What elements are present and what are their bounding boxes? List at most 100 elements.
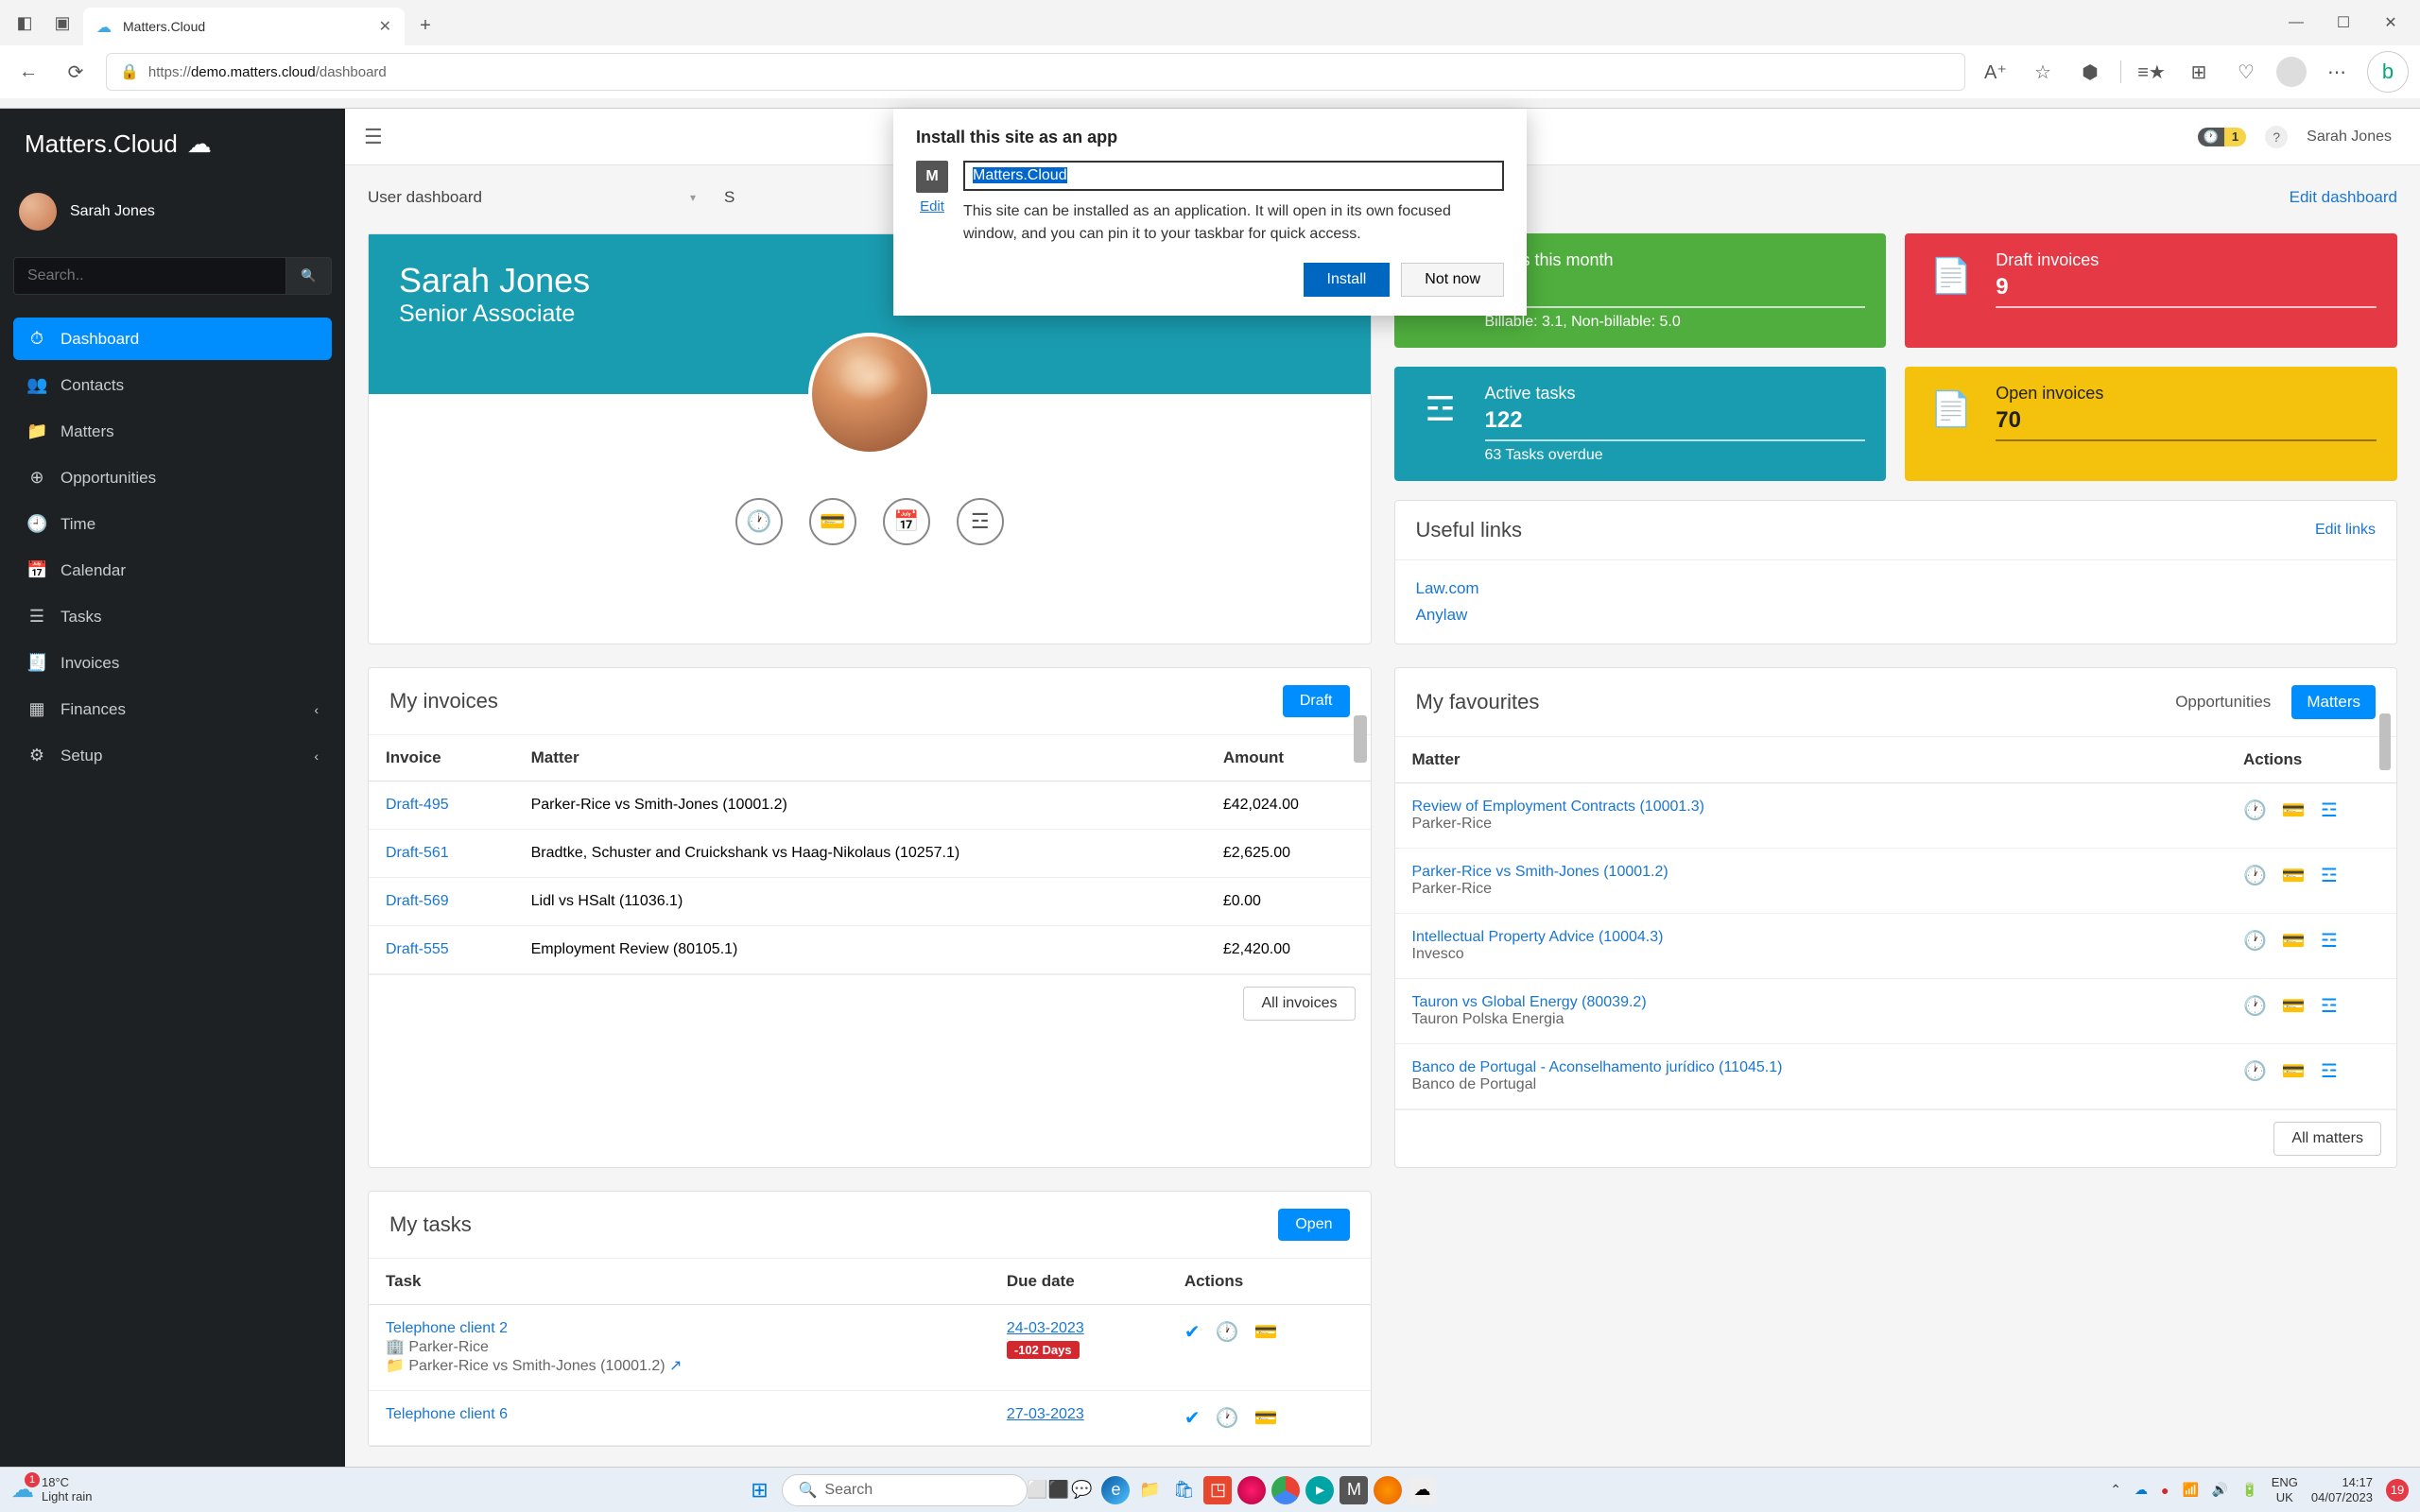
heart-icon[interactable]: ♡ — [2229, 55, 2263, 89]
list-icon[interactable]: ☲ — [2321, 1059, 2338, 1083]
sidebar-item-matters[interactable]: 📁Matters — [13, 410, 332, 453]
invoice-link[interactable]: Draft-569 — [386, 893, 449, 909]
onedrive-icon[interactable]: ☁ — [2135, 1482, 2148, 1498]
search-input[interactable] — [13, 257, 286, 295]
clock[interactable]: 14:1704/07/2023 — [2311, 1475, 2373, 1504]
weather-widget[interactable]: ☁1 18°CLight rain — [11, 1476, 92, 1503]
all-matters-button[interactable]: All matters — [2273, 1122, 2381, 1156]
app-icon[interactable]: ☁ — [1408, 1476, 1436, 1504]
useful-link[interactable]: Anylaw — [1416, 602, 2377, 628]
clock-icon[interactable]: 🕐 — [2243, 864, 2267, 887]
sidebar-item-opportunities[interactable]: ⊕Opportunities — [13, 456, 332, 499]
minimize-icon[interactable]: — — [2274, 6, 2318, 40]
tab-actions-icon-2[interactable]: ▣ — [45, 6, 79, 40]
start-icon[interactable]: ⊞ — [742, 1473, 776, 1507]
list-icon[interactable]: ☲ — [2321, 799, 2338, 822]
col-matter[interactable]: Matter — [514, 735, 1206, 782]
card-icon[interactable]: 💳 — [2282, 929, 2306, 953]
sidebar-item-invoices[interactable]: 🧾Invoices — [13, 642, 332, 684]
sidebar-item-finances[interactable]: ▦Finances‹ — [13, 688, 332, 730]
useful-link[interactable]: Law.com — [1416, 576, 2377, 602]
invoice-link[interactable]: Draft-495 — [386, 797, 449, 813]
sidebar-item-dashboard[interactable]: ⏱Dashboard — [13, 318, 332, 360]
favorites-icon[interactable]: ≡★ — [2135, 55, 2169, 89]
invoice-link[interactable]: Draft-555 — [386, 941, 449, 957]
scrollbar[interactable] — [1354, 715, 1367, 763]
opera-icon[interactable] — [1237, 1476, 1266, 1504]
clock-icon[interactable]: 🕐 — [735, 498, 783, 545]
sidebar-user[interactable]: Sarah Jones — [0, 180, 345, 244]
clock-icon[interactable]: 🕐 — [2243, 994, 2267, 1018]
tab-opportunities[interactable]: Opportunities — [2160, 685, 2286, 719]
clock-icon[interactable]: 🕐 — [2243, 929, 2267, 953]
task-link[interactable]: Telephone client 2 — [386, 1320, 508, 1336]
edit-icon-link[interactable]: Edit — [920, 198, 944, 215]
list-icon[interactable]: ☲ — [2321, 929, 2338, 953]
external-link-icon[interactable]: ↗ — [669, 1358, 682, 1374]
profile-avatar-icon[interactable] — [2276, 57, 2307, 87]
app-tray-icon[interactable]: ● — [2161, 1483, 2169, 1498]
col-invoice[interactable]: Invoice — [369, 735, 514, 782]
tab-matters[interactable]: Matters — [2291, 685, 2376, 719]
matter-link[interactable]: Review of Employment Contracts (10001.3) — [1412, 799, 1704, 815]
sidebar-item-setup[interactable]: ⚙Setup‹ — [13, 734, 332, 777]
clock-icon[interactable]: 🕐 — [1216, 1406, 1239, 1430]
taskbar-search[interactable]: 🔍Search — [782, 1474, 1028, 1506]
sidebar-item-time[interactable]: 🕘Time — [13, 503, 332, 545]
stat-draft-invoices[interactable]: 📄 Draft invoices 9 — [1905, 233, 2397, 348]
col-matter[interactable]: Matter — [1395, 737, 2227, 783]
store-icon[interactable]: 🛍 — [1169, 1476, 1198, 1504]
edge-icon[interactable]: e — [1101, 1476, 1130, 1504]
edit-dashboard-link[interactable]: Edit dashboard — [2290, 188, 2397, 207]
topbar-user[interactable]: Sarah Jones — [2307, 129, 2392, 146]
list-icon[interactable]: ☲ — [2321, 994, 2338, 1018]
task-link[interactable]: Telephone client 6 — [386, 1406, 508, 1422]
close-icon[interactable]: ✕ — [379, 17, 391, 36]
sidebar-item-tasks[interactable]: ☰Tasks — [13, 595, 332, 638]
card-icon[interactable]: 💳 — [2282, 1059, 2306, 1083]
invoice-link[interactable]: Draft-561 — [386, 845, 449, 861]
matter-link[interactable]: Tauron vs Global Energy (80039.2) — [1412, 994, 1647, 1010]
sidebar-item-contacts[interactable]: 👥Contacts — [13, 364, 332, 406]
timer-badge[interactable]: 1 — [2224, 128, 2246, 146]
not-now-button[interactable]: Not now — [1401, 263, 1504, 297]
card-icon[interactable]: 💳 — [2282, 994, 2306, 1018]
explorer-icon[interactable]: 📁 — [1135, 1476, 1164, 1504]
matter-link[interactable]: Intellectual Property Advice (10004.3) — [1412, 929, 1664, 945]
card-icon[interactable]: 💳 — [1254, 1320, 1278, 1344]
more-icon[interactable]: ⋯ — [2320, 55, 2354, 89]
search-button[interactable]: 🔍 — [286, 257, 332, 295]
stat-active-tasks[interactable]: ☲ Active tasks 122 63 Tasks overdue — [1394, 367, 1887, 481]
chevron-up-icon[interactable]: ⌃ — [2110, 1482, 2121, 1498]
check-icon[interactable]: ✔ — [1184, 1320, 1201, 1344]
app-icon[interactable]: M — [1340, 1476, 1368, 1504]
firefox-icon[interactable] — [1374, 1476, 1402, 1504]
notifications-badge[interactable]: 19 — [2386, 1479, 2409, 1502]
dashboard-select[interactable]: User dashboard▾ — [368, 179, 696, 216]
install-button[interactable]: Install — [1304, 263, 1391, 297]
clock-icon[interactable]: 🕐 — [2198, 128, 2224, 146]
due-date[interactable]: 24-03-2023 — [1007, 1320, 1084, 1336]
clock-icon[interactable]: 🕐 — [2243, 799, 2267, 822]
collections-icon[interactable]: ⊞ — [2182, 55, 2216, 89]
wifi-icon[interactable]: 📶 — [2182, 1482, 2198, 1498]
app-icon[interactable]: ◳ — [1203, 1476, 1232, 1504]
col-actions[interactable]: Actions — [2226, 737, 2396, 783]
tab-actions-icon[interactable]: ◧ — [8, 6, 42, 40]
open-button[interactable]: Open — [1278, 1209, 1349, 1241]
edit-links-link[interactable]: Edit links — [2315, 522, 2376, 539]
clock-icon[interactable]: 🕐 — [2243, 1059, 2267, 1083]
col-task[interactable]: Task — [369, 1259, 990, 1305]
browser-tab[interactable]: ☁ Matters.Cloud ✕ — [83, 8, 405, 45]
bing-icon[interactable]: b — [2367, 51, 2409, 93]
star-icon[interactable]: ☆ — [2026, 55, 2060, 89]
draft-button[interactable]: Draft — [1283, 685, 1350, 717]
chrome-icon[interactable] — [1271, 1476, 1300, 1504]
volume-icon[interactable]: 🔊 — [2212, 1482, 2228, 1498]
card-icon[interactable]: 💳 — [2282, 799, 2306, 822]
card-icon[interactable]: 💳 — [1254, 1406, 1278, 1430]
stat-open-invoices[interactable]: 📄 Open invoices 70 — [1905, 367, 2397, 481]
scrollbar[interactable] — [2379, 713, 2391, 770]
app-name-input[interactable]: Matters.Cloud — [963, 161, 1504, 191]
col-amount[interactable]: Amount — [1206, 735, 1371, 782]
